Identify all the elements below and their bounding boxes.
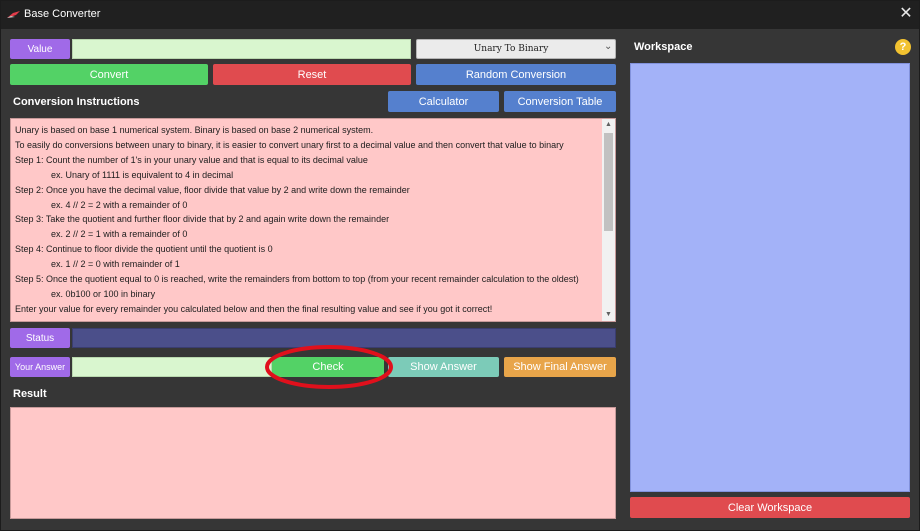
window-title: Base Converter xyxy=(24,8,101,20)
conversion-table-button[interactable]: Conversion Table xyxy=(504,91,616,112)
instruction-line: Step 5: Once the quotient equal to 0 is … xyxy=(15,274,579,285)
instruction-line: Unary is based on base 1 numerical syste… xyxy=(15,125,374,135)
instruction-example: ex. 4 // 2 = 2 with a remainder of 0 xyxy=(51,199,188,210)
clear-workspace-button[interactable]: Clear Workspace xyxy=(630,497,910,518)
close-button[interactable]: ✕ xyxy=(894,3,918,25)
scrollbar-thumb[interactable] xyxy=(604,133,613,231)
instruction-example: ex. Unary of 1111 is equivalent to 4 in … xyxy=(51,169,234,180)
help-icon[interactable]: ? xyxy=(895,39,911,55)
show-final-answer-button[interactable]: Show Final Answer xyxy=(504,357,616,377)
value-input[interactable] xyxy=(72,39,411,59)
app-logo-icon xyxy=(7,11,20,18)
convert-button[interactable]: Convert xyxy=(10,64,208,85)
scroll-up-icon[interactable]: ▲ xyxy=(602,119,615,131)
instructions-lines: Unary is based on base 1 numerical syste… xyxy=(15,123,599,317)
instruction-example: ex. 0b100 or 100 in binary xyxy=(51,288,156,299)
scroll-down-icon[interactable]: ▼ xyxy=(602,309,615,321)
app-window: Base Converter ✕ Value Unary To Binary ⌄… xyxy=(0,0,920,531)
chevron-down-icon: ⌄ xyxy=(604,41,613,52)
instruction-line: Enter your value for every remainder you… xyxy=(15,303,493,314)
conversion-mode-select[interactable]: Unary To Binary ⌄ xyxy=(416,39,616,59)
conversion-mode-value: Unary To Binary xyxy=(473,44,549,54)
instruction-line: To easily do conversions between unary t… xyxy=(15,139,564,150)
help-icon-glyph: ? xyxy=(899,41,907,53)
show-answer-button[interactable]: Show Answer xyxy=(388,357,499,377)
instruction-line: Step 2: Once you have the decimal value,… xyxy=(15,184,410,195)
instruction-line: Step 1: Count the number of 1's in your … xyxy=(15,154,368,165)
conversion-instructions-heading: Conversion Instructions xyxy=(13,96,140,108)
your-answer-label: Your Answer xyxy=(10,357,70,377)
reset-button[interactable]: Reset xyxy=(213,64,411,85)
random-conversion-button[interactable]: Random Conversion xyxy=(416,64,616,85)
instruction-example: ex. 1 // 2 = 0 with remainder of 1 xyxy=(51,259,180,270)
calculator-button[interactable]: Calculator xyxy=(388,91,499,112)
instruction-line: Step 3: Take the quotient and further fl… xyxy=(15,214,390,225)
value-label: Value xyxy=(10,39,70,59)
workspace-heading: Workspace xyxy=(634,41,693,53)
annotation-circle xyxy=(265,345,393,389)
result-heading: Result xyxy=(13,388,47,400)
instructions-scrollbar[interactable]: ▲ ▼ xyxy=(602,119,615,321)
title-bar: Base Converter ✕ xyxy=(1,1,919,29)
close-icon: ✕ xyxy=(899,5,913,22)
answer-input[interactable] xyxy=(72,357,272,377)
instruction-line: Step 4: Continue to floor divide the quo… xyxy=(15,244,273,255)
instructions-text-area[interactable]: Unary is based on base 1 numerical syste… xyxy=(10,118,616,322)
result-area[interactable] xyxy=(10,407,616,519)
status-label: Status xyxy=(10,328,70,348)
workspace-area[interactable] xyxy=(630,63,910,492)
instruction-example: ex. 2 // 2 = 1 with a remainder of 0 xyxy=(51,229,188,240)
